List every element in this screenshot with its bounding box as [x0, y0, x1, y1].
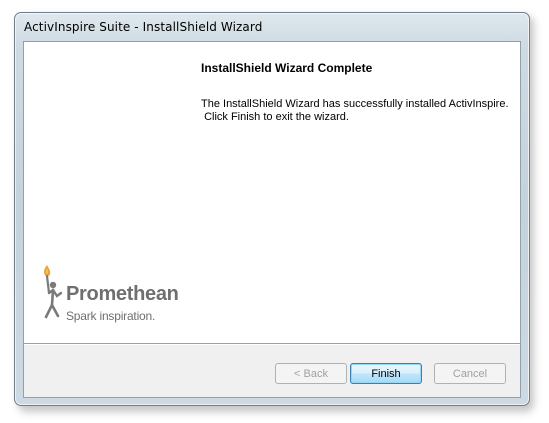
cancel-button[interactable]: Cancel [434, 363, 506, 384]
title-bar[interactable]: ActivInspire Suite - InstallShield Wizar… [15, 13, 529, 41]
content-panel: InstallShield Wizard Complete The Instal… [24, 42, 520, 343]
installer-window: ActivInspire Suite - InstallShield Wizar… [14, 12, 530, 406]
button-separator [24, 343, 520, 345]
completion-message: The InstallShield Wizard has successfull… [201, 98, 509, 123]
finish-button[interactable]: Finish [350, 363, 422, 384]
promethean-logo: Promethean Spark inspiration. [38, 263, 198, 327]
dialog-client-area: InstallShield Wizard Complete The Instal… [23, 41, 521, 398]
logo-name: Promethean [66, 283, 179, 305]
logo-tagline: Spark inspiration. [66, 309, 156, 323]
window-title: ActivInspire Suite - InstallShield Wizar… [24, 20, 263, 34]
page-heading: InstallShield Wizard Complete [201, 61, 373, 75]
promethean-figure-icon [43, 265, 63, 319]
back-button[interactable]: < Back [275, 363, 347, 384]
